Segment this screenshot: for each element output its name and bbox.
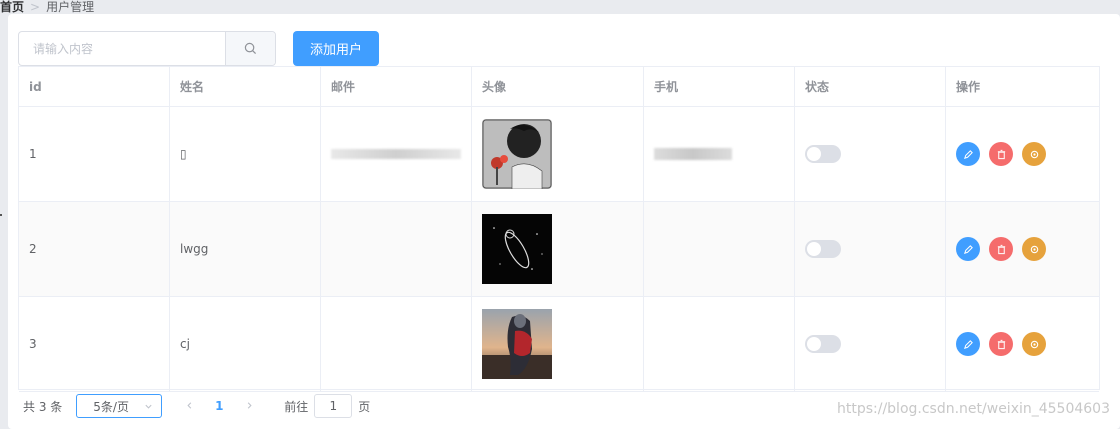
page-number[interactable]: 1: [204, 399, 234, 413]
search-button[interactable]: [225, 32, 275, 65]
cell-phone: [644, 107, 795, 201]
next-page-button[interactable]: [234, 399, 264, 413]
delete-icon: [997, 149, 1005, 159]
add-user-button[interactable]: 添加用户: [293, 31, 379, 66]
col-id: id: [19, 67, 170, 106]
col-actions: 操作: [956, 80, 981, 94]
delete-button[interactable]: [989, 237, 1013, 261]
breadcrumb-current: 用户管理: [46, 0, 95, 14]
email-redacted: [331, 149, 461, 159]
pagination: 共 3 条 5条/页 1 前往 1 页: [23, 394, 370, 418]
delete-button[interactable]: [989, 332, 1013, 356]
search-box: [18, 31, 276, 66]
search-icon: [244, 42, 257, 55]
col-name: 姓名: [170, 67, 321, 106]
divider-mark: [0, 214, 2, 216]
goto-label: 前往: [284, 399, 309, 414]
status-switch[interactable]: [805, 240, 841, 258]
cell-actions: [946, 202, 1099, 296]
cell-avatar: [472, 297, 644, 391]
cell-name: ▯: [170, 107, 321, 201]
edit-button[interactable]: [956, 332, 980, 356]
col-email: 邮件: [321, 67, 472, 106]
edit-button[interactable]: [956, 237, 980, 261]
cell-name: cj: [170, 297, 321, 391]
edit-icon: [963, 244, 973, 254]
breadcrumb: 首页 > 用户管理: [0, 0, 1120, 14]
prev-page-button[interactable]: [174, 399, 204, 413]
delete-icon: [997, 339, 1005, 349]
pagination-total: 共 3 条: [23, 399, 63, 414]
cell-status: [795, 297, 946, 391]
goto-page-input[interactable]: 1: [314, 394, 353, 418]
page-size-select[interactable]: 5条/页: [76, 394, 163, 418]
cell-name: lwgg: [170, 202, 321, 296]
settings-icon: [1030, 150, 1038, 158]
col-phone: 手机: [644, 67, 795, 106]
breadcrumb-separator: >: [30, 0, 41, 14]
cell-status: [795, 107, 946, 201]
chevron-down-icon: [145, 404, 152, 409]
chevron-right-icon: [247, 402, 252, 409]
settings-icon: [1030, 340, 1038, 348]
settings-icon: [1030, 245, 1038, 253]
cell-status: [795, 202, 946, 296]
cell-phone: [644, 297, 795, 391]
cell-email: [321, 297, 472, 391]
table-row: 3 cj: [19, 297, 1099, 392]
page-size-value: 5条/页: [93, 399, 129, 414]
delete-icon: [997, 244, 1005, 254]
status-switch[interactable]: [805, 335, 841, 353]
chevron-left-icon: [187, 402, 191, 409]
delete-button[interactable]: [989, 142, 1013, 166]
cell-actions: [946, 107, 1099, 201]
table-header: id 姓名 邮件 头像 手机 状态 操作: [19, 67, 1099, 107]
cell-email: [321, 107, 472, 201]
edit-button[interactable]: [956, 142, 980, 166]
phone-redacted: [654, 148, 732, 160]
settings-button[interactable]: [1022, 332, 1046, 356]
status-switch[interactable]: [805, 145, 841, 163]
cell-avatar: [472, 107, 644, 201]
col-status: 状态: [795, 67, 946, 106]
cell-id: 1: [19, 107, 170, 201]
edit-icon: [963, 149, 973, 159]
page-suffix: 页: [358, 399, 371, 414]
edit-icon: [963, 339, 973, 349]
watermark: https://blog.csdn.net/weixin_45504603: [836, 401, 1110, 417]
settings-button[interactable]: [1022, 237, 1046, 261]
col-avatar: 头像: [472, 67, 644, 106]
settings-button[interactable]: [1022, 142, 1046, 166]
cell-phone: [644, 202, 795, 296]
cell-id: 2: [19, 202, 170, 296]
cell-avatar: [472, 202, 644, 296]
avatar-image[interactable]: [482, 309, 552, 379]
user-table: id 姓名 邮件 头像 手机 状态 操作 1 ▯ 2 lwgg 3 cj: [18, 66, 1100, 392]
search-input[interactable]: [19, 32, 225, 65]
avatar-image[interactable]: [482, 119, 552, 189]
breadcrumb-home[interactable]: 首页: [0, 0, 24, 14]
table-row: 1 ▯: [19, 107, 1099, 202]
table-row: 2 lwgg: [19, 202, 1099, 297]
cell-email: [321, 202, 472, 296]
cell-id: 3: [19, 297, 170, 391]
cell-actions: [946, 297, 1099, 391]
avatar-image[interactable]: [482, 214, 552, 284]
